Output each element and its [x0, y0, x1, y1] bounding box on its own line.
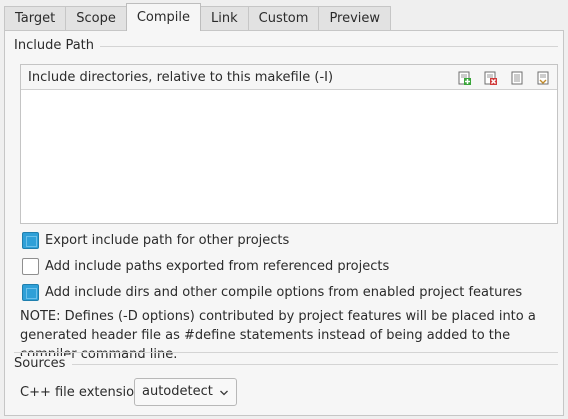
tab-preview[interactable]: Preview	[318, 6, 392, 31]
export-include-path-option[interactable]: Export include path for other projects	[22, 231, 289, 249]
export-include-path-checkbox[interactable]	[22, 231, 39, 249]
move-up-icon[interactable]	[510, 71, 524, 85]
remove-icon[interactable]	[484, 71, 498, 85]
cpp-extension-select[interactable]: autodetect	[134, 378, 237, 406]
sources-group-title: Sources	[14, 356, 72, 371]
add-referenced-include-paths-checkbox[interactable]	[22, 257, 39, 275]
add-folder-icon[interactable]	[458, 71, 472, 85]
tab-bar: Target Scope Compile Link Custom Preview	[4, 3, 392, 31]
add-feature-compile-options-label: Add include dirs and other compile optio…	[45, 284, 523, 300]
tab-link[interactable]: Link	[200, 6, 249, 31]
include-directories-list[interactable]: Include directories, relative to this ma…	[20, 64, 558, 224]
add-referenced-include-paths-option[interactable]: Add include paths exported from referenc…	[22, 257, 389, 275]
list-header: Include directories, relative to this ma…	[21, 65, 557, 90]
add-referenced-include-paths-label: Add include paths exported from referenc…	[45, 258, 390, 274]
add-feature-compile-options-option[interactable]: Add include dirs and other compile optio…	[22, 283, 522, 301]
cpp-extension-label: C++ file extension:	[20, 385, 147, 400]
list-header-label: Include directories, relative to this ma…	[28, 70, 334, 85]
chevron-down-icon	[220, 390, 228, 396]
add-feature-compile-options-checkbox[interactable]	[22, 283, 39, 301]
defines-note: NOTE: Defines (-D options) contributed b…	[20, 309, 536, 362]
sources-group-line	[14, 352, 558, 353]
move-down-icon[interactable]	[536, 71, 550, 85]
sources-title-line	[72, 364, 558, 365]
tab-target[interactable]: Target	[4, 6, 67, 31]
tab-custom[interactable]: Custom	[247, 6, 320, 31]
export-include-path-label: Export include path for other projects	[45, 232, 290, 248]
include-path-group-title: Include Path	[14, 38, 101, 53]
cpp-extension-value: autodetect	[142, 384, 213, 399]
tab-compile[interactable]: Compile	[125, 3, 201, 31]
tab-scope[interactable]: Scope	[65, 6, 127, 31]
